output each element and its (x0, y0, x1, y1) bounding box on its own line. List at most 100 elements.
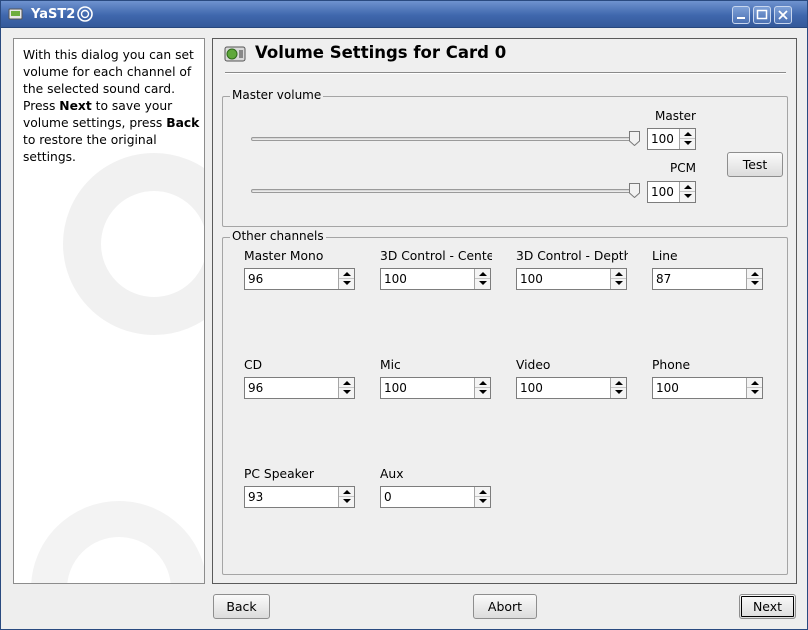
channel-2-value[interactable] (520, 272, 608, 286)
spin-down-button[interactable] (611, 279, 626, 289)
channel-1-value[interactable] (384, 272, 472, 286)
spin-up-button[interactable] (475, 378, 490, 388)
pcm-volume-spinbox[interactable] (647, 181, 696, 203)
spin-up-button[interactable] (611, 269, 626, 279)
channel-8-value[interactable] (248, 490, 336, 504)
channel-1-spinbox[interactable] (380, 268, 491, 290)
help-line: volume for each channel of (23, 65, 192, 79)
help-line: volume settings, press Back (23, 115, 201, 132)
spin-up-button[interactable] (611, 378, 626, 388)
pcm-slider-handle[interactable] (629, 183, 640, 198)
spin-down-button[interactable] (475, 279, 490, 289)
channel-3-value[interactable] (656, 272, 744, 286)
spin-down-button[interactable] (680, 192, 695, 202)
channel-7-value[interactable] (656, 381, 744, 395)
spin-up-button[interactable] (680, 129, 695, 139)
maximize-icon (756, 9, 768, 20)
maximize-button[interactable] (753, 6, 771, 24)
channel-4-label: CD (244, 358, 263, 372)
minimize-icon (737, 17, 745, 19)
spin-arrows (746, 378, 762, 398)
close-button[interactable] (774, 6, 792, 24)
spin-up-button[interactable] (339, 487, 354, 497)
help-text-fragment: volume settings, press (23, 116, 167, 130)
suse-logo-icon (77, 6, 93, 22)
channel-4-spinbox[interactable] (244, 377, 355, 399)
spin-arrows (610, 378, 626, 398)
spin-down-button[interactable] (339, 497, 354, 507)
spin-arrows (679, 129, 695, 149)
channel-6-value[interactable] (520, 381, 608, 395)
yast-app-icon (8, 8, 23, 20)
lifebuoy-watermark (63, 153, 204, 335)
spin-arrows (338, 378, 354, 398)
spin-arrows (746, 269, 762, 289)
channel-3-label: Line (652, 249, 678, 263)
channel-7-spinbox[interactable] (652, 377, 763, 399)
help-line: Press Next to save your (23, 98, 201, 115)
spin-down-button[interactable] (339, 279, 354, 289)
test-button[interactable]: Test (727, 152, 783, 177)
close-icon (778, 10, 788, 20)
help-line: to restore the original (23, 133, 157, 147)
channel-0-value[interactable] (248, 272, 336, 286)
channel-7-label: Phone (652, 358, 691, 372)
spin-up-button[interactable] (339, 269, 354, 279)
spin-up-button[interactable] (339, 378, 354, 388)
spin-arrows (338, 487, 354, 507)
spin-arrows (679, 182, 695, 202)
channel-1-label: 3D Control - Cente (380, 249, 492, 263)
channel-6-label: Video (516, 358, 551, 372)
channel-5-value[interactable] (384, 381, 472, 395)
channel-9-label: Aux (380, 467, 404, 481)
master-slider[interactable] (251, 131, 640, 146)
yast-window: YaST2 With this dialog you can set volum… (0, 0, 808, 630)
master-label: Master (655, 109, 696, 123)
spin-up-button[interactable] (475, 269, 490, 279)
spin-down-button[interactable] (747, 388, 762, 398)
title-bar[interactable]: YaST2 (1, 1, 807, 28)
spin-down-button[interactable] (475, 497, 490, 507)
help-panel: With this dialog you can set volume for … (13, 38, 205, 584)
help-keyword-back: Back (166, 116, 200, 130)
master-volume-spinbox[interactable] (647, 128, 696, 150)
spin-down-button[interactable] (747, 279, 762, 289)
title-divider (225, 72, 786, 74)
sound-card-icon (224, 46, 246, 62)
channel-4-value[interactable] (248, 381, 336, 395)
spin-up-button[interactable] (475, 487, 490, 497)
channel-3-spinbox[interactable] (652, 268, 763, 290)
spin-down-button[interactable] (475, 388, 490, 398)
spin-down-button[interactable] (339, 388, 354, 398)
help-line: the selected sound card. (23, 82, 175, 96)
channel-2-spinbox[interactable] (516, 268, 627, 290)
channel-0-spinbox[interactable] (244, 268, 355, 290)
abort-button[interactable]: Abort (473, 594, 537, 619)
spin-up-button[interactable] (680, 182, 695, 192)
page-title: Volume Settings for Card 0 (255, 43, 507, 62)
window-title: YaST2 (31, 7, 76, 22)
help-keyword-next: Next (59, 99, 92, 113)
help-line: With this dialog you can set (23, 48, 194, 62)
pcm-slider[interactable] (251, 183, 640, 198)
master-volume-group-title: Master volume (230, 88, 324, 102)
spin-up-button[interactable] (747, 269, 762, 279)
minimize-button[interactable] (732, 6, 750, 24)
channel-0-label: Master Mono (244, 249, 324, 263)
spin-down-button[interactable] (680, 139, 695, 149)
channel-9-value[interactable] (384, 490, 472, 504)
next-button[interactable]: Next (739, 594, 796, 619)
channel-8-spinbox[interactable] (244, 486, 355, 508)
spin-up-button[interactable] (747, 378, 762, 388)
channel-6-spinbox[interactable] (516, 377, 627, 399)
master-volume-group (222, 96, 788, 227)
help-text-fragment: to save your (91, 99, 173, 113)
channel-5-spinbox[interactable] (380, 377, 491, 399)
channel-5-label: Mic (380, 358, 401, 372)
master-slider-handle[interactable] (629, 131, 640, 146)
spin-down-button[interactable] (611, 388, 626, 398)
channel-8-label: PC Speaker (244, 467, 314, 481)
back-button[interactable]: Back (213, 594, 270, 619)
channel-9-spinbox[interactable] (380, 486, 491, 508)
other-channels-group-title: Other channels (230, 229, 326, 243)
